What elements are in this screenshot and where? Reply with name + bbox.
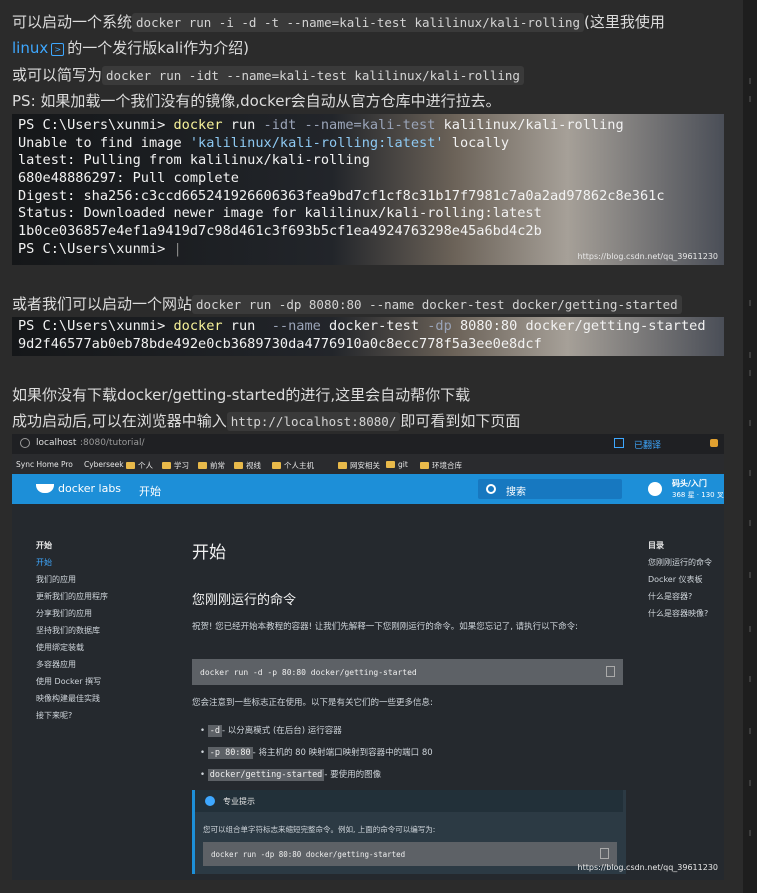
terminal-screenshot-2: PS C:\Users\xunmi> docker run --name doc… xyxy=(12,317,724,356)
bookmark-item[interactable]: 个人 xyxy=(126,460,153,471)
external-link-icon: > xyxy=(51,43,65,56)
intro-line-2: linux > 的一个发行版kali作为介绍) xyxy=(12,37,249,59)
docker-whale-icon xyxy=(36,484,54,493)
docker-labs-logo[interactable]: docker labs xyxy=(58,482,121,495)
bookmark-item[interactable]: 个人主机 xyxy=(272,460,314,471)
bookmark-item[interactable]: Sync Home Pro xyxy=(16,460,73,469)
scrollbar-gutter[interactable] xyxy=(743,0,757,893)
sidebar-item[interactable]: 坚持我们的数据库 xyxy=(36,625,100,636)
intro-line-4: PS: 如果加载一个我们没有的镜像,docker会自动从官方仓库中进行拉去。 xyxy=(12,90,501,112)
repo-label[interactable]: 码头/入门 xyxy=(672,478,707,489)
terminal-line: PS C:\Users\xunmi> docker run -idt --nam… xyxy=(18,117,624,133)
folder-icon xyxy=(234,462,243,469)
bookmark-item[interactable]: 环境合库 xyxy=(420,460,462,471)
list-item: • -d - 以分离模式 (在后台) 运行容器 xyxy=(200,725,342,737)
inline-code: docker run -dp 8080:80 --name docker-tes… xyxy=(192,295,682,314)
sidebar-item-start[interactable]: 开始 xyxy=(36,557,52,568)
list-item: • docker/getting-started - 要使用的图像 xyxy=(200,769,382,781)
sidebar-item[interactable]: 接下来呢? xyxy=(36,710,72,721)
intro-line-1: 可以启动一个系统 docker run -i -d -t --name=kali-… xyxy=(12,11,665,34)
folder-icon xyxy=(272,462,281,469)
sidebar-item[interactable]: 分享我们的应用 xyxy=(36,608,92,619)
bookmark-item[interactable]: 网安相关 xyxy=(338,460,380,471)
folder-icon xyxy=(162,462,171,469)
bookmark-item[interactable]: 视线 xyxy=(234,460,261,471)
intro-text: (这里我使用 xyxy=(584,13,665,31)
bookmark-item[interactable]: 前常 xyxy=(198,460,225,471)
inline-code: docker run -i -d -t --name=kali-test kal… xyxy=(132,13,585,32)
watermark: https://blog.csdn.net/qq_39611230 xyxy=(577,252,718,261)
sidebar-item[interactable]: 使用绑定装载 xyxy=(36,642,84,653)
search-input[interactable]: 搜索 xyxy=(478,479,622,499)
toc-item[interactable]: Docker 仪表板 xyxy=(648,574,703,585)
info-icon xyxy=(20,438,30,448)
docker-nav: docker labs 开始 搜索 码头/入门 368 星 · 130 叉 xyxy=(12,474,724,504)
terminal-line: 680e48886297: Pull complete xyxy=(18,170,239,187)
intro-text: PS: 如果加载一个我们没有的镜像,docker会自动从官方仓库中进行拉去。 xyxy=(12,92,501,110)
page-title: 开始 xyxy=(192,543,226,563)
inline-code: docker run -idt --name=kali-test kalilin… xyxy=(102,66,524,85)
info-icon xyxy=(205,796,215,806)
watermark: https://blog.csdn.net/qq_39611230 xyxy=(577,863,718,872)
translated-label[interactable]: 已翻译 xyxy=(634,438,661,451)
browser-screenshot: localhost :8080/tutorial/ 已翻译 Sync Home P… xyxy=(12,434,724,880)
search-icon xyxy=(486,484,496,494)
after-line-1: 如果你没有下载docker/getting-started的进行,这里会自动帮你… xyxy=(12,386,471,404)
mid-text: 或者我们可以启动一个网站 xyxy=(12,295,193,313)
toc-item[interactable]: 什么是容器? xyxy=(648,591,692,602)
translate-icon[interactable] xyxy=(614,438,624,448)
copy-icon[interactable] xyxy=(600,848,609,859)
terminal-screenshot-1: PS C:\Users\xunmi> docker run -idt --nam… xyxy=(12,114,724,265)
folder-icon xyxy=(386,461,395,468)
folder-icon xyxy=(198,462,207,469)
toc-item[interactable]: 您刚刚运行的命令 xyxy=(648,557,712,568)
section-title: 您刚刚运行的命令 xyxy=(192,593,297,608)
sidebar-item[interactable]: 多容器应用 xyxy=(36,659,76,670)
sidebar-heading: 开始 xyxy=(36,541,52,550)
sidebar-item[interactable]: 更新我们的应用程序 xyxy=(36,591,108,602)
toc-item[interactable]: 什么是容器映像? xyxy=(648,608,708,619)
folder-icon xyxy=(126,462,135,469)
intro-text: 或可以简写为 xyxy=(12,66,103,84)
folder-icon xyxy=(338,462,347,469)
code-block: docker run -d -p 80:80 docker/getting-st… xyxy=(192,659,623,685)
terminal-line: latest: Pulling from kalilinux/kali-roll… xyxy=(18,152,370,169)
folder-icon xyxy=(420,462,429,469)
intro-text: 的一个发行版kali作为介绍) xyxy=(67,39,250,57)
toc-title: 目录 xyxy=(648,541,664,550)
terminal-line: Digest: sha256:c3ccd665241926606363fea9b… xyxy=(18,187,665,204)
repo-stats: 368 星 · 130 叉 xyxy=(672,491,724,499)
url-path[interactable]: :8080/tutorial/ xyxy=(80,438,145,448)
intro-text: 可以启动一个系统 xyxy=(12,13,133,31)
profile-icon[interactable] xyxy=(710,439,718,447)
list-item: • -p 80:80- 将主机的 80 映射端口映射到容器中的端口 80 xyxy=(200,747,433,759)
intro-line-3: 或可以简写为 docker run -idt --name=kali-test k… xyxy=(12,64,524,87)
inline-code: http://localhost:8080/ xyxy=(226,412,401,431)
url-host[interactable]: localhost xyxy=(36,438,76,448)
terminal-line: 1b0ce036857e4ef1a9419d7c98d461c3f693b5cf… xyxy=(18,223,542,240)
bookmark-item[interactable]: Cyberseek xyxy=(84,460,124,469)
address-bar: localhost :8080/tutorial/ 已翻译 xyxy=(12,434,724,454)
terminal-line: PS C:\Users\xunmi> docker run --name doc… xyxy=(18,318,706,334)
sidebar-item[interactable]: 映像构建最佳实践 xyxy=(36,693,100,704)
nav-start-link[interactable]: 开始 xyxy=(139,483,161,499)
after-line-2: 成功启动后,可以在浏览器中输入 http://localhost:8080/即可看… xyxy=(12,412,521,431)
mid-line: 或者我们可以启动一个网站 docker run -dp 8080:80 --nam… xyxy=(12,293,682,316)
flags-paragraph: 您会注意到一些标志正在使用。以下是有关它们的一些更多信息: xyxy=(192,698,433,708)
sidebar-item[interactable]: 使用 Docker 撰写 xyxy=(36,676,101,687)
intro-paragraph: 祝贺! 您已经开始本教程的容器! 让我们先解释一下您刚刚运行的命令。如果您忘记了… xyxy=(192,622,578,632)
github-icon[interactable] xyxy=(648,482,662,496)
terminal-line: Unable to find image 'kalilinux/kali-rol… xyxy=(18,134,510,151)
linux-link[interactable]: linux xyxy=(12,39,48,57)
bookmark-item[interactable]: git xyxy=(386,460,408,469)
bookmark-item[interactable]: 学习 xyxy=(162,460,189,471)
bookmarks-bar: Sync Home Pro Cyberseek 个人 学习 前常 视线 个人主机… xyxy=(12,454,724,474)
copy-icon[interactable] xyxy=(606,666,615,677)
terminal-line: 9d2f46577ab0eb78bde492e0cb3689730da47769… xyxy=(18,335,542,352)
terminal-line: Status: Downloaded newer image for kalil… xyxy=(18,205,542,222)
sidebar-item[interactable]: 我们的应用 xyxy=(36,574,76,585)
pro-tip-box: 专业提示 您可以组合单字符标志来缩短完整命令。例如, 上面的命令可以编写为: d… xyxy=(192,790,626,874)
